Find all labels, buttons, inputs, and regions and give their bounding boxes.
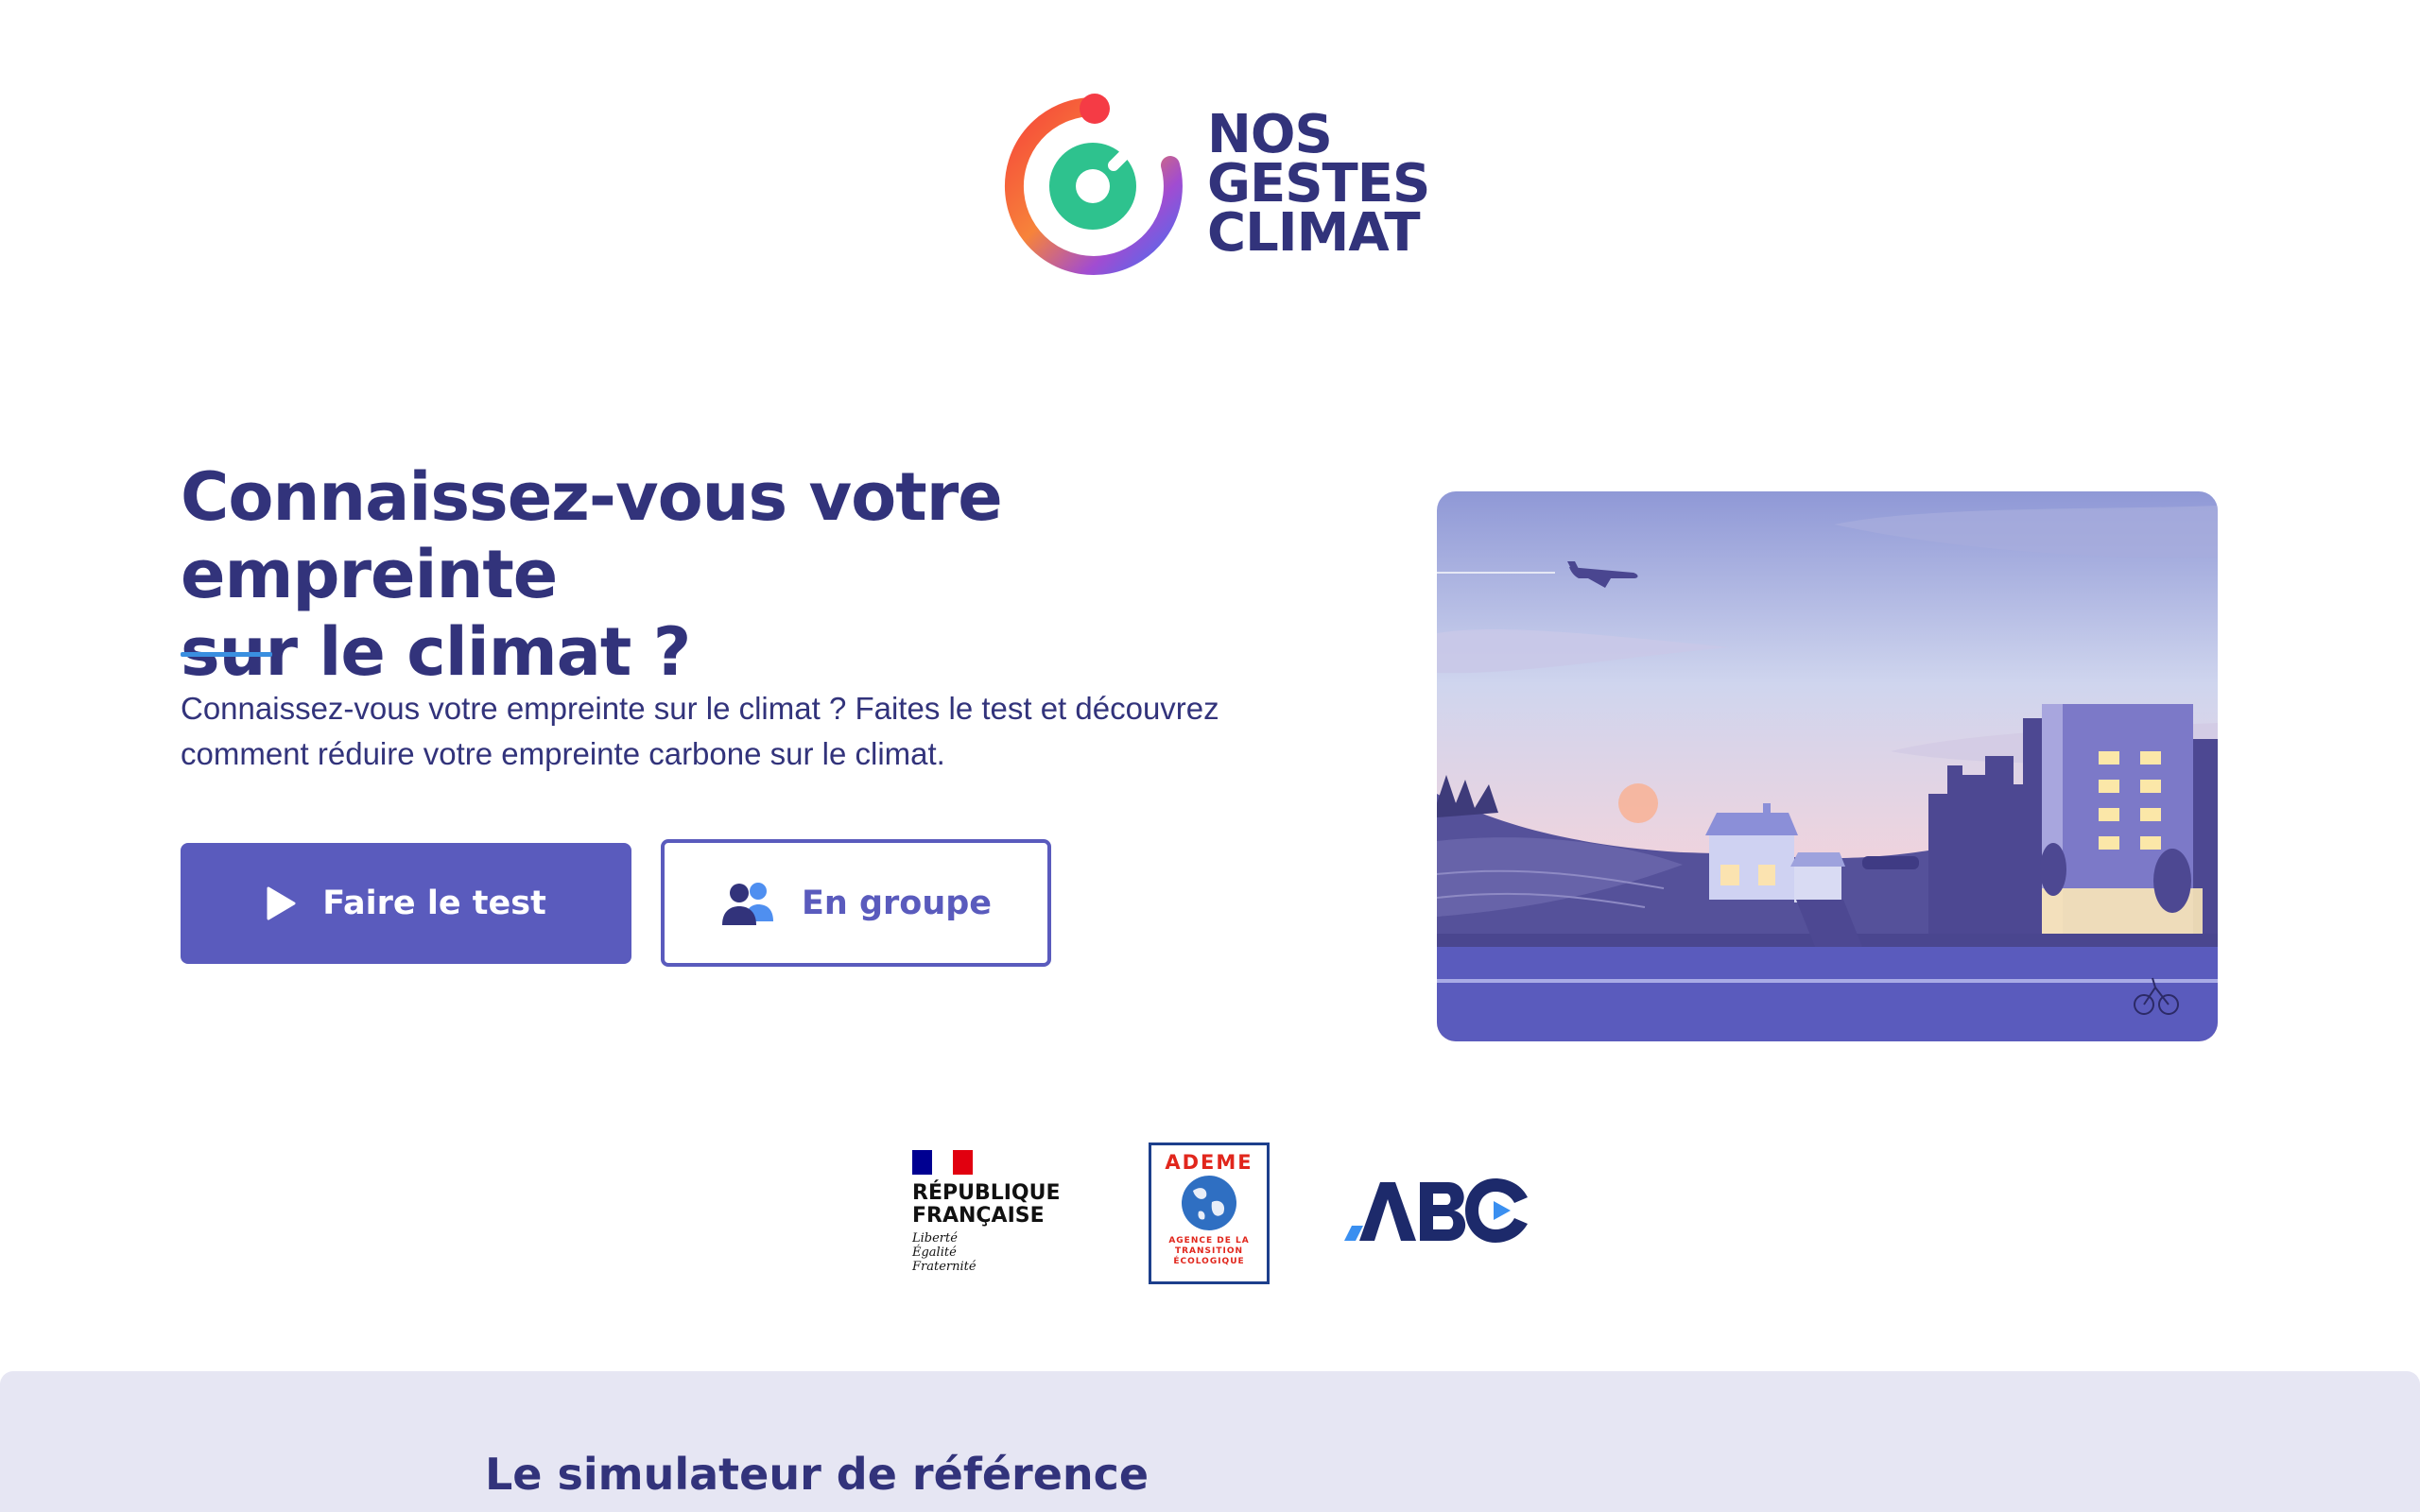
features-section xyxy=(0,1371,2420,1512)
title-underline xyxy=(181,652,272,657)
climate-landscape-illustration xyxy=(1437,491,2218,1041)
ademe-logo[interactable]: ADEME AGENCE DE LA TRANSITION ÉCOLOGIQUE xyxy=(1149,1143,1270,1284)
abc-logo-icon xyxy=(1344,1178,1528,1243)
rf-motto: Liberté Égalité Fraternité xyxy=(912,1231,1061,1274)
republique-francaise-logo[interactable]: RÉPUBLIQUE FRANÇAISE Liberté Égalité Fra… xyxy=(912,1150,1061,1274)
group-test-label: En groupe xyxy=(801,884,993,922)
hero-description: Connaissez-vous votre empreinte sur le c… xyxy=(181,686,1334,777)
rf-name: RÉPUBLIQUE FRANÇAISE xyxy=(912,1182,1061,1228)
rf-motto-line: Fraternité xyxy=(912,1260,977,1274)
ademe-name: ADEME xyxy=(1165,1151,1253,1174)
ademe-subtitle: AGENCE DE LA TRANSITION ÉCOLOGIQUE xyxy=(1168,1236,1249,1267)
rf-motto-line: Liberté xyxy=(912,1231,958,1246)
nos-gestes-climat-logo-icon xyxy=(1004,94,1183,275)
rf-motto-line: Égalité xyxy=(912,1246,957,1260)
section-title: Le simulateur de référence xyxy=(485,1449,1150,1500)
rf-name-line: RÉPUBLIQUE xyxy=(912,1181,1061,1205)
logo-wordmark: NOS GESTES CLIMAT xyxy=(1207,109,1430,264)
ademe-subtitle-line: TRANSITION xyxy=(1174,1246,1244,1256)
ademe-subtitle-line: ÉCOLOGIQUE xyxy=(1173,1257,1245,1266)
globe-icon xyxy=(1182,1176,1236,1230)
hero-title: Connaissez-vous votre empreinte sur le c… xyxy=(181,458,1372,691)
landing-page: NOS GESTES CLIMAT Connaissez-vous votre … xyxy=(0,0,2420,1512)
abc-logo[interactable] xyxy=(1342,1177,1531,1247)
site-logo[interactable]: NOS GESTES CLIMAT xyxy=(1002,90,1430,279)
rf-name-line: FRANÇAISE xyxy=(912,1204,1045,1228)
group-icon xyxy=(721,882,773,925)
ademe-subtitle-line: AGENCE DE LA xyxy=(1168,1236,1250,1246)
hero-description-line: comment réduire votre empreinte carbone … xyxy=(181,736,945,771)
logo-line: CLIMAT xyxy=(1207,202,1421,264)
start-test-button[interactable]: Faire le test xyxy=(181,843,631,964)
play-icon xyxy=(267,886,296,920)
hero-description-line: Connaissez-vous votre empreinte sur le c… xyxy=(181,691,1219,726)
group-test-button[interactable]: En groupe xyxy=(661,839,1051,967)
french-flag-icon xyxy=(912,1150,973,1175)
hero-title-line: Connaissez-vous votre empreinte xyxy=(181,458,1003,613)
start-test-label: Faire le test xyxy=(322,885,546,922)
